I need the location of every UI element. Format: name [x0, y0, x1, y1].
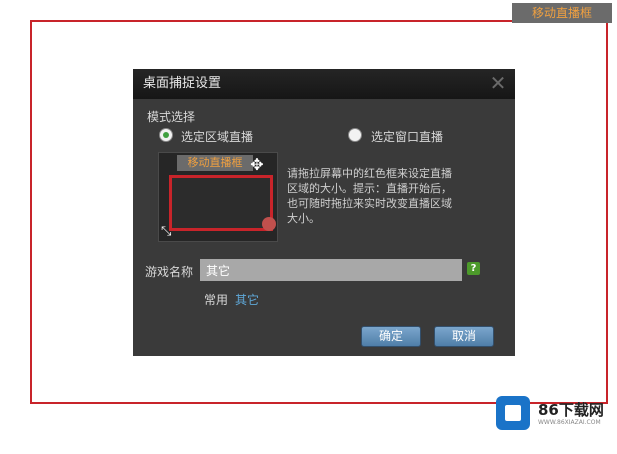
desktop-capture-dialog: 桌面捕捉设置 ✕ 模式选择 选定区域直播 选定窗口直播 移动直播框 ✥ ⤡ 请拖… — [133, 69, 515, 356]
help-icon[interactable]: ? — [467, 262, 480, 275]
game-name-input[interactable] — [200, 259, 462, 281]
move-cursor-icon: ✥ — [250, 155, 264, 174]
radio-region-mode[interactable] — [159, 128, 173, 142]
region-hint-text: 请拖拉屏幕中的红色框来设定直播区域的大小。提示：直播开始后，也可随时拖拉来实时改… — [287, 167, 452, 225]
radio-window-mode[interactable] — [348, 128, 362, 142]
cancel-button[interactable]: 取消 — [434, 326, 494, 347]
close-icon[interactable]: ✕ — [487, 72, 509, 94]
watermark-brand: 86下载网 — [538, 401, 604, 419]
dialog-title: 桌面捕捉设置 — [143, 76, 222, 91]
dialog-titlebar[interactable]: 桌面捕捉设置 — [133, 69, 515, 99]
common-label: 常用 — [204, 293, 229, 307]
preview-capture-rect — [169, 175, 273, 231]
preview-move-tab: 移动直播框 — [177, 155, 253, 171]
watermark-logo: 86下载网 WWW.86XIAZAI.COM — [496, 396, 608, 432]
common-game-link[interactable]: 其它 — [235, 291, 259, 308]
game-name-label: 游戏名称 — [145, 265, 194, 279]
move-live-frame-tab[interactable]: 移动直播框 — [512, 3, 612, 23]
mode-section-label: 模式选择 — [147, 110, 196, 124]
ok-button[interactable]: 确定 — [361, 326, 421, 347]
radio-region-mode-label[interactable]: 选定区域直播 — [181, 128, 253, 145]
watermark-box-icon — [496, 396, 530, 430]
watermark-url: WWW.86XIAZAI.COM — [538, 419, 601, 426]
drag-handle-dot — [262, 217, 276, 231]
region-preview: 移动直播框 ✥ ⤡ — [158, 152, 278, 242]
resize-icon: ⤡ — [161, 224, 172, 239]
radio-window-mode-label[interactable]: 选定窗口直播 — [371, 128, 443, 145]
